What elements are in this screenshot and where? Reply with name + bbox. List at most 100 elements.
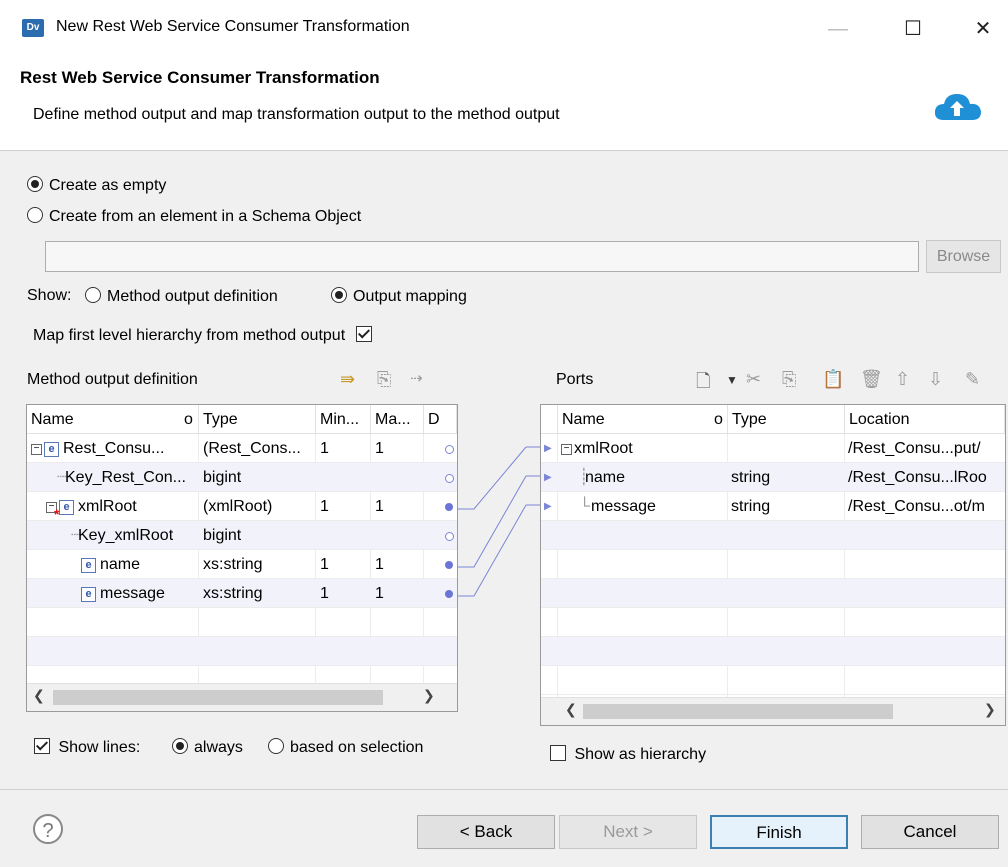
copy-icon[interactable]: ⎘ bbox=[377, 369, 391, 390]
col-header-type[interactable]: Type bbox=[728, 405, 845, 434]
cloud-icon bbox=[934, 94, 981, 120]
show-lines-checkbox[interactable]: Show lines: bbox=[34, 738, 140, 757]
mapped-dot-icon bbox=[445, 561, 453, 569]
cancel-button[interactable]: Cancel bbox=[861, 815, 999, 849]
element-icon: e* bbox=[81, 587, 96, 608]
cut-icon[interactable]: ✂ bbox=[746, 369, 761, 390]
copy-icon[interactable]: ⎘ bbox=[782, 369, 796, 390]
table-row[interactable]: ┈ Key_xmlRoot bigint bbox=[27, 521, 457, 550]
table-row bbox=[541, 579, 1005, 608]
element-icon: e* bbox=[54, 500, 74, 521]
table-row[interactable]: ▶ − xmlRoot /Rest_Consu...put/ bbox=[541, 434, 1005, 463]
move-down-icon[interactable]: ⇩ bbox=[928, 369, 943, 390]
method-output-definition-radio[interactable]: Method output definition bbox=[85, 287, 278, 306]
dropdown-arrow-icon[interactable]: ▼ bbox=[726, 373, 738, 387]
port-dot-icon bbox=[445, 474, 454, 483]
required-star-icon: * bbox=[54, 506, 60, 521]
mapping-lines bbox=[458, 446, 540, 597]
element-icon: e bbox=[44, 442, 59, 457]
output-mapping-radio[interactable]: Output mapping bbox=[331, 287, 467, 306]
mapped-dot-icon bbox=[445, 503, 453, 511]
help-icon[interactable]: ? bbox=[33, 814, 63, 844]
scroll-left-icon: ❮ bbox=[565, 701, 577, 717]
port-dot-icon bbox=[445, 445, 454, 454]
radio-selected-icon bbox=[331, 287, 347, 303]
create-from-schema-radio[interactable]: Create from an element in a Schema Objec… bbox=[27, 207, 361, 226]
mapped-dot-icon bbox=[445, 590, 453, 598]
finish-button[interactable]: Finish bbox=[710, 815, 848, 849]
table-row[interactable]: e*name xs:string 1 1 bbox=[27, 550, 457, 579]
table-row bbox=[541, 637, 1005, 666]
create-empty-radio[interactable]: Create as empty bbox=[27, 176, 166, 195]
table-row[interactable]: ▶ ┊ name string /Rest_Consu...lRoo bbox=[541, 463, 1005, 492]
radio-selected-icon bbox=[172, 738, 188, 754]
scroll-right-icon: ❯ bbox=[423, 687, 435, 703]
table-row bbox=[27, 608, 457, 637]
map-first-level-checkbox[interactable]: Map first level hierarchy from method ou… bbox=[33, 326, 372, 345]
scroll-left-icon: ❮ bbox=[33, 687, 45, 703]
maximize-button[interactable]: ☐ bbox=[888, 10, 938, 48]
next-button[interactable]: Next > bbox=[559, 815, 697, 849]
edit-icon[interactable]: ✎ bbox=[965, 369, 980, 390]
col-header-type[interactable]: Type bbox=[199, 405, 316, 434]
col-header-name[interactable]: Name o bbox=[558, 405, 728, 434]
method-output-table[interactable]: Name o Type Min... Ma... D − e Rest_Consu..… bbox=[26, 404, 458, 712]
page-description: Define method output and map transformat… bbox=[33, 106, 560, 123]
page-title: Rest Web Service Consumer Transformation bbox=[20, 68, 380, 87]
close-button[interactable]: ✕ bbox=[958, 10, 1008, 48]
checkbox-checked-icon bbox=[34, 738, 50, 754]
back-button[interactable]: < Back bbox=[417, 815, 555, 849]
radio-unselected-icon bbox=[27, 207, 43, 223]
table-row bbox=[541, 608, 1005, 637]
checkbox-unchecked-icon bbox=[550, 745, 566, 761]
minimize-button[interactable]: — bbox=[813, 10, 863, 48]
radio-selected-icon bbox=[27, 176, 43, 192]
table-row[interactable]: − e Rest_Consu... (Rest_Cons... 1 1 bbox=[27, 434, 457, 463]
browse-button[interactable]: Browse bbox=[926, 240, 1001, 273]
radio-unselected-icon bbox=[268, 738, 284, 754]
scrollbar-thumb[interactable] bbox=[583, 704, 893, 719]
show-lines-based-on-selection-radio[interactable]: based on selection bbox=[268, 738, 423, 757]
show-label: Show: bbox=[27, 287, 72, 304]
table-row[interactable]: ▶ └ message string /Rest_Consu...ot/m bbox=[541, 492, 1005, 521]
app-logo-icon: Dv bbox=[22, 19, 44, 37]
table-row bbox=[541, 666, 1005, 695]
horizontal-scrollbar[interactable]: ❮ ❯ bbox=[541, 697, 1005, 725]
row-arrow-icon: ▶ bbox=[544, 501, 552, 512]
col-header-name[interactable]: Name o bbox=[27, 405, 199, 434]
collapse-icon[interactable]: − bbox=[561, 444, 572, 455]
horizontal-scrollbar[interactable]: ❮ ❯ bbox=[27, 683, 457, 711]
footer-separator bbox=[0, 789, 1008, 790]
table-row bbox=[27, 637, 457, 666]
show-lines-always-radio[interactable]: always bbox=[172, 738, 243, 757]
scrollbar-thumb[interactable] bbox=[53, 690, 383, 705]
port-dot-icon bbox=[445, 532, 454, 541]
ports-table[interactable]: Name o Type Location ▶ − xmlRoot /Rest_Con… bbox=[540, 404, 1006, 726]
ports-title: Ports bbox=[556, 371, 594, 388]
element-icon: e* bbox=[81, 558, 96, 579]
table-row[interactable]: − e * xmlRoot (xmlRoot) 1 1 bbox=[27, 492, 457, 521]
col-header-min[interactable]: Min... bbox=[316, 405, 371, 434]
table-row bbox=[541, 521, 1005, 550]
radio-unselected-icon bbox=[85, 287, 101, 303]
show-as-hierarchy-checkbox[interactable]: Show as hierarchy bbox=[550, 745, 706, 764]
collapse-icon[interactable]: − bbox=[31, 444, 42, 455]
window-title: New Rest Web Service Consumer Transforma… bbox=[56, 18, 410, 35]
col-header-max[interactable]: Ma... bbox=[371, 405, 424, 434]
row-arrow-icon: ▶ bbox=[544, 472, 552, 483]
new-port-icon[interactable]: 🗋 bbox=[696, 369, 710, 399]
row-arrow-icon: ▶ bbox=[544, 443, 552, 454]
col-header-d[interactable]: D bbox=[424, 405, 457, 434]
paste-icon[interactable]: 📋 bbox=[822, 369, 844, 390]
checkbox-checked-icon bbox=[355, 326, 372, 342]
method-output-title: Method output definition bbox=[27, 371, 198, 388]
expand-icon[interactable]: ⇢ bbox=[410, 369, 423, 387]
table-row[interactable]: ┈ Key_Rest_Con... bigint bbox=[27, 463, 457, 492]
delete-icon[interactable]: 🗑 bbox=[860, 369, 883, 390]
col-header-location[interactable]: Location bbox=[845, 405, 1005, 434]
scroll-right-icon: ❯ bbox=[984, 701, 996, 717]
schema-object-field[interactable] bbox=[45, 241, 919, 272]
table-row[interactable]: e*message xs:string 1 1 bbox=[27, 579, 457, 608]
move-up-icon[interactable]: ⇧ bbox=[895, 369, 910, 390]
add-element-icon[interactable]: ⇛ bbox=[340, 369, 355, 390]
